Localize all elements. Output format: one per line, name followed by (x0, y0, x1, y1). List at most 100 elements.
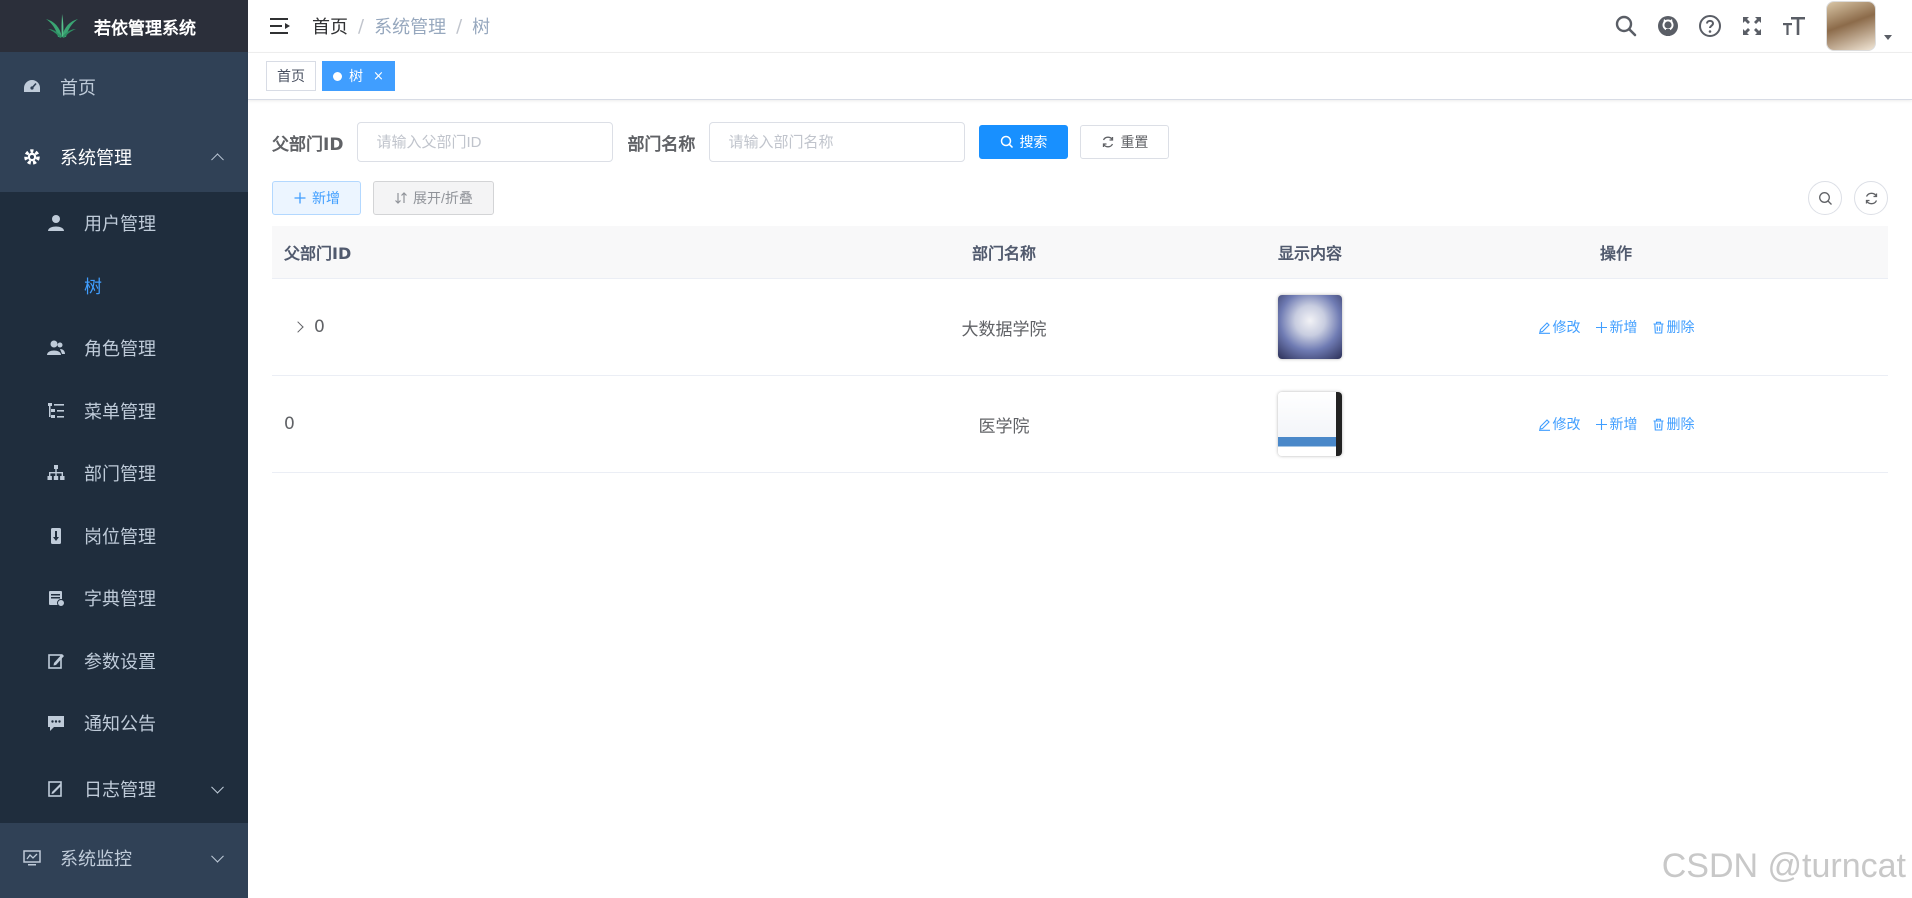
edit-button[interactable]: 修改 (1538, 317, 1581, 337)
question-icon[interactable] (1698, 14, 1722, 38)
sidebar-item-label: 岗位管理 (84, 526, 156, 548)
active-dot-icon (333, 71, 342, 81)
sidebar-item-label: 系统监控 (60, 848, 132, 870)
sidebar-item-depts[interactable]: 部门管理 (0, 442, 248, 505)
table-header: 父部门ID 部门名称 显示内容 操作 (272, 226, 1888, 279)
github-icon[interactable] (1656, 14, 1680, 38)
parent-id-label: 父部门ID (272, 134, 344, 155)
chevron-up-icon (211, 153, 224, 167)
avatar[interactable] (1826, 1, 1876, 51)
breadcrumb-item-home[interactable]: 首页 (312, 13, 348, 39)
sidebar-item-dicts[interactable]: 字典管理 (0, 567, 248, 630)
delete-button[interactable]: 删除 (1652, 317, 1695, 337)
header-parent-id: 父部门ID (284, 244, 352, 263)
logo-icon (46, 14, 78, 38)
page-content: 父部门ID 部门名称 搜索 (248, 100, 1912, 473)
breadcrumb-separator: / (358, 15, 365, 37)
add-child-button[interactable]: 新增 (1595, 317, 1638, 337)
table-row: 0 大数据学院 修改 新增 删除 (272, 279, 1888, 376)
search-icon (1001, 135, 1014, 149)
tag-label: 树 (349, 69, 363, 85)
chevron-right-icon[interactable] (292, 321, 304, 333)
sidebar-item-label: 部门管理 (84, 464, 156, 486)
plus-icon (1595, 321, 1607, 333)
cell-dept-name: 医学院 (978, 416, 1030, 437)
breadcrumb-separator: / (456, 15, 463, 37)
sidebar-item-tree[interactable]: 树 (0, 255, 248, 318)
search-icon[interactable] (1614, 14, 1638, 38)
navbar: 首页 / 系统管理 / 树 (248, 0, 1912, 53)
sidebar-item-home[interactable]: 首页 (0, 52, 248, 122)
refresh-icon (1103, 136, 1114, 148)
breadcrumb: 首页 / 系统管理 / 树 (312, 13, 490, 39)
add-child-button[interactable]: 新增 (1595, 414, 1638, 434)
reset-button[interactable]: 重置 (1080, 125, 1170, 159)
delete-label: 删除 (1666, 417, 1695, 433)
sidebar-item-roles[interactable]: 角色管理 (0, 317, 248, 380)
sidebar-item-label: 参数设置 (84, 651, 156, 673)
sidebar-item-menus[interactable]: 菜单管理 (0, 380, 248, 443)
header-dept-name: 部门名称 (971, 244, 1036, 263)
fullscreen-icon[interactable] (1740, 14, 1764, 38)
edit-icon (1538, 418, 1550, 431)
thumbnail-image[interactable] (1278, 392, 1342, 456)
edit-button[interactable]: 修改 (1538, 414, 1581, 434)
refresh-icon (1865, 192, 1877, 204)
gear-icon (24, 149, 40, 165)
sidebar-item-monitor[interactable]: 系统监控 (0, 822, 248, 893)
delete-icon (1653, 418, 1663, 431)
tag-tree[interactable]: 树 × (322, 61, 395, 91)
cell-dept-name: 大数据学院 (961, 319, 1047, 340)
sidebar-item-label: 系统管理 (60, 148, 132, 169)
sidebar-item-users[interactable]: 用户管理 (0, 192, 248, 255)
sidebar-item-notices[interactable]: 通知公告 (0, 692, 248, 755)
delete-label: 删除 (1666, 320, 1695, 336)
navbar-right-menu (1596, 1, 1912, 51)
tag-home[interactable]: 首页 (266, 61, 316, 91)
search-button[interactable]: 搜索 (979, 125, 1069, 159)
thumbnail-image[interactable] (1278, 295, 1342, 359)
message-icon (48, 716, 64, 732)
add-button[interactable]: 新增 (272, 181, 361, 215)
log-icon (48, 780, 62, 797)
add-label: 新增 (1609, 320, 1638, 336)
user-icon (48, 215, 64, 232)
logo-bar[interactable]: 若依管理系统 (0, 0, 248, 52)
sidebar-item-system[interactable]: 系统管理 (0, 122, 248, 192)
sidebar-item-posts[interactable]: 岗位管理 (0, 505, 248, 568)
dashboard-icon (24, 80, 40, 92)
delete-icon (1653, 321, 1663, 334)
sidebar-item-label: 字典管理 (84, 589, 156, 611)
sidebar-item-logs[interactable]: 日志管理 (0, 755, 248, 823)
sidebar-item-label: 树 (84, 276, 102, 298)
right-toolbar (1796, 181, 1888, 215)
toggle-search-button[interactable] (1808, 181, 1842, 215)
cell-display (1276, 392, 1344, 456)
reset-button-label: 重置 (1120, 134, 1149, 150)
sidebar-item-label: 首页 (60, 78, 96, 99)
sidebar-item-params[interactable]: 参数设置 (0, 630, 248, 693)
search-button-label: 搜索 (1019, 134, 1048, 150)
tree-icon (47, 465, 65, 481)
dept-name-label: 部门名称 (627, 134, 696, 155)
parent-id-input[interactable] (357, 122, 614, 162)
breadcrumb-item-system: 系统管理 (374, 17, 447, 38)
edit-label: 修改 (1552, 417, 1581, 433)
edit-icon (1538, 321, 1550, 334)
search-icon (1818, 191, 1832, 205)
sidebar-item-label: 日志管理 (84, 779, 156, 801)
submenu-system: 用户管理 树 角色管理 菜单管理 部门管理 岗位管理 字典管理 参数设置 通知公… (0, 192, 248, 823)
font-size-icon[interactable] (1782, 14, 1806, 38)
close-icon[interactable]: × (373, 69, 384, 84)
sidebar-item-label: 角色管理 (84, 339, 156, 361)
plus-icon (294, 192, 306, 204)
caret-down-icon[interactable] (1884, 34, 1892, 40)
refresh-button[interactable] (1854, 181, 1888, 215)
expand-collapse-button[interactable]: 展开/折叠 (373, 181, 494, 215)
hamburger-icon[interactable] (270, 17, 292, 35)
add-label: 新增 (1609, 417, 1638, 433)
delete-button[interactable]: 删除 (1652, 414, 1695, 434)
edit-label: 修改 (1552, 320, 1581, 336)
dept-name-input[interactable] (709, 122, 966, 162)
main-area: 首页 / 系统管理 / 树 首页 树 × 父部门ID 请输入父部门ID 部门名称… (248, 0, 1912, 898)
